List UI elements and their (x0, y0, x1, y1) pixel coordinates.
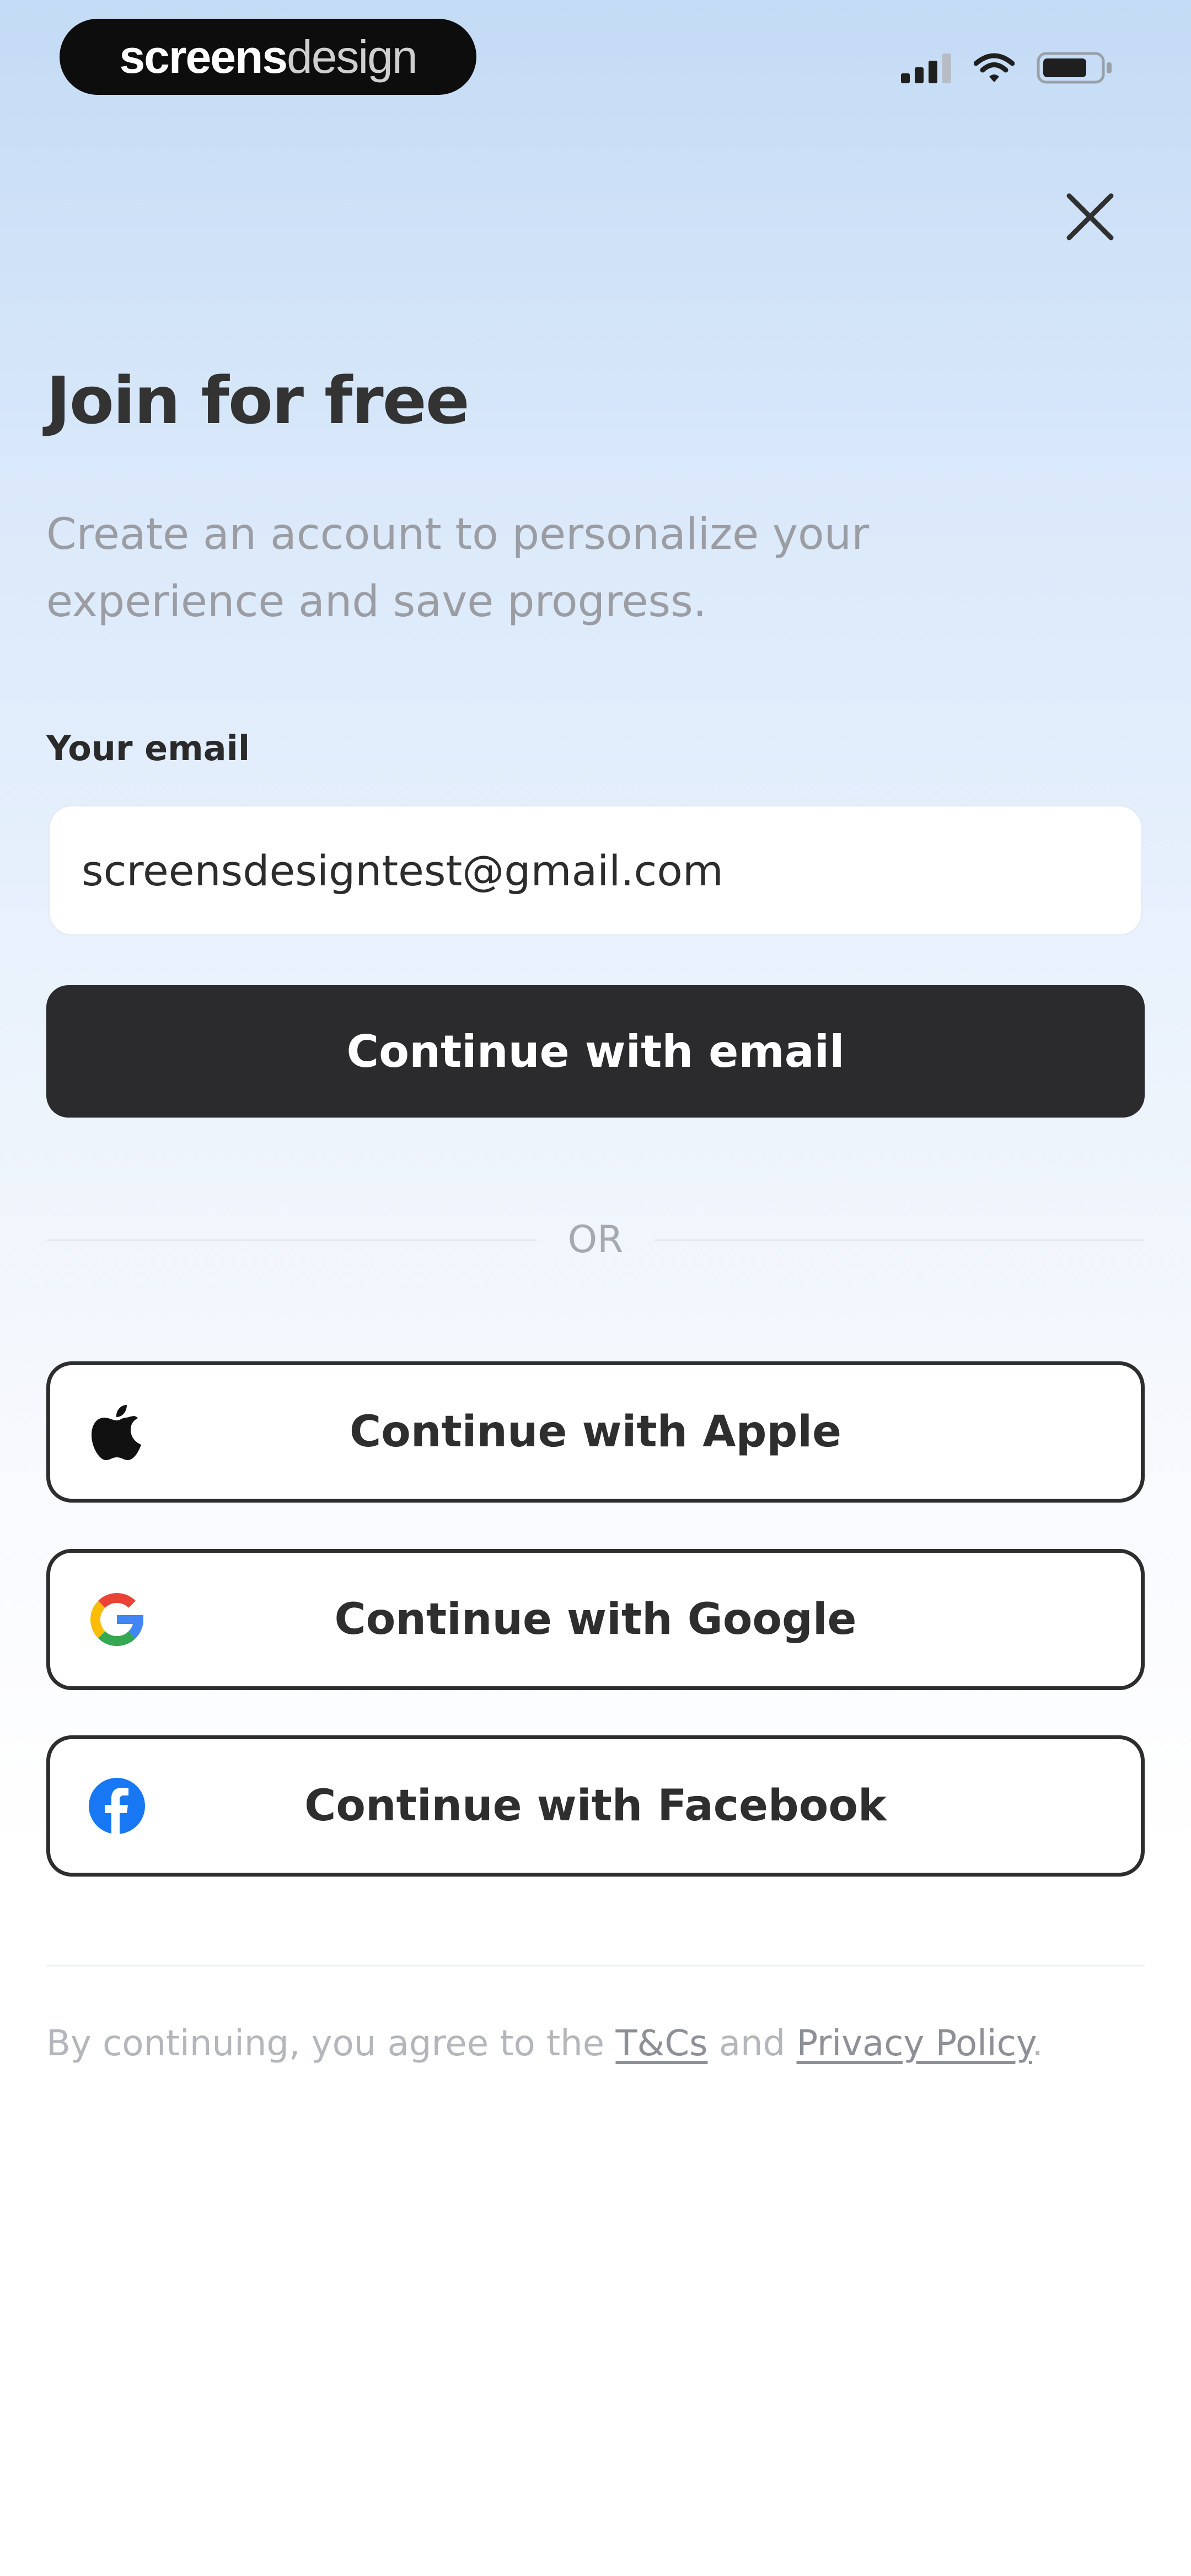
close-button[interactable] (1054, 181, 1126, 253)
continue-with-apple-button[interactable]: Continue with Apple (46, 1361, 1145, 1503)
brand-name-secondary: design (287, 31, 418, 83)
continue-with-email-button[interactable]: Continue with email (46, 985, 1145, 1118)
legal-middle: and (707, 2023, 797, 2064)
brand-name-primary: screens (119, 31, 288, 83)
battery-icon (1037, 51, 1114, 84)
apple-button-label: Continue with Apple (350, 1407, 841, 1457)
close-icon (1066, 193, 1114, 241)
or-text: OR (567, 1218, 624, 1262)
page-title: Join for free (46, 362, 470, 439)
signup-screen: screens design Join for free Create an a… (0, 0, 1191, 2576)
legal-prefix: By continuing, you agree to the (46, 2023, 616, 2064)
google-button-label: Continue with Google (334, 1595, 857, 1644)
wifi-icon (974, 52, 1015, 83)
brand-badge: screens design (60, 19, 476, 95)
page-subtitle: Create an account to personalize your ex… (46, 510, 870, 627)
email-input[interactable] (50, 806, 1141, 934)
terms-link[interactable]: T&Cs (615, 2023, 707, 2064)
status-bar: screens design (0, 0, 1191, 121)
continue-with-facebook-button[interactable]: Continue with Facebook (46, 1735, 1145, 1877)
continue-with-google-button[interactable]: Continue with Google (46, 1549, 1145, 1690)
cellular-signal-icon (901, 52, 952, 83)
email-label: Your email (46, 728, 250, 768)
legal-suffix: . (1032, 2023, 1043, 2064)
or-divider: OR (46, 1212, 1145, 1268)
legal-notice: By continuing, you agree to the T&Cs and… (46, 2019, 1145, 2069)
privacy-policy-link[interactable]: Privacy Policy (797, 2023, 1032, 2064)
facebook-button-label: Continue with Facebook (304, 1781, 887, 1831)
status-icons (901, 49, 1114, 87)
footer-divider (46, 1965, 1145, 1966)
